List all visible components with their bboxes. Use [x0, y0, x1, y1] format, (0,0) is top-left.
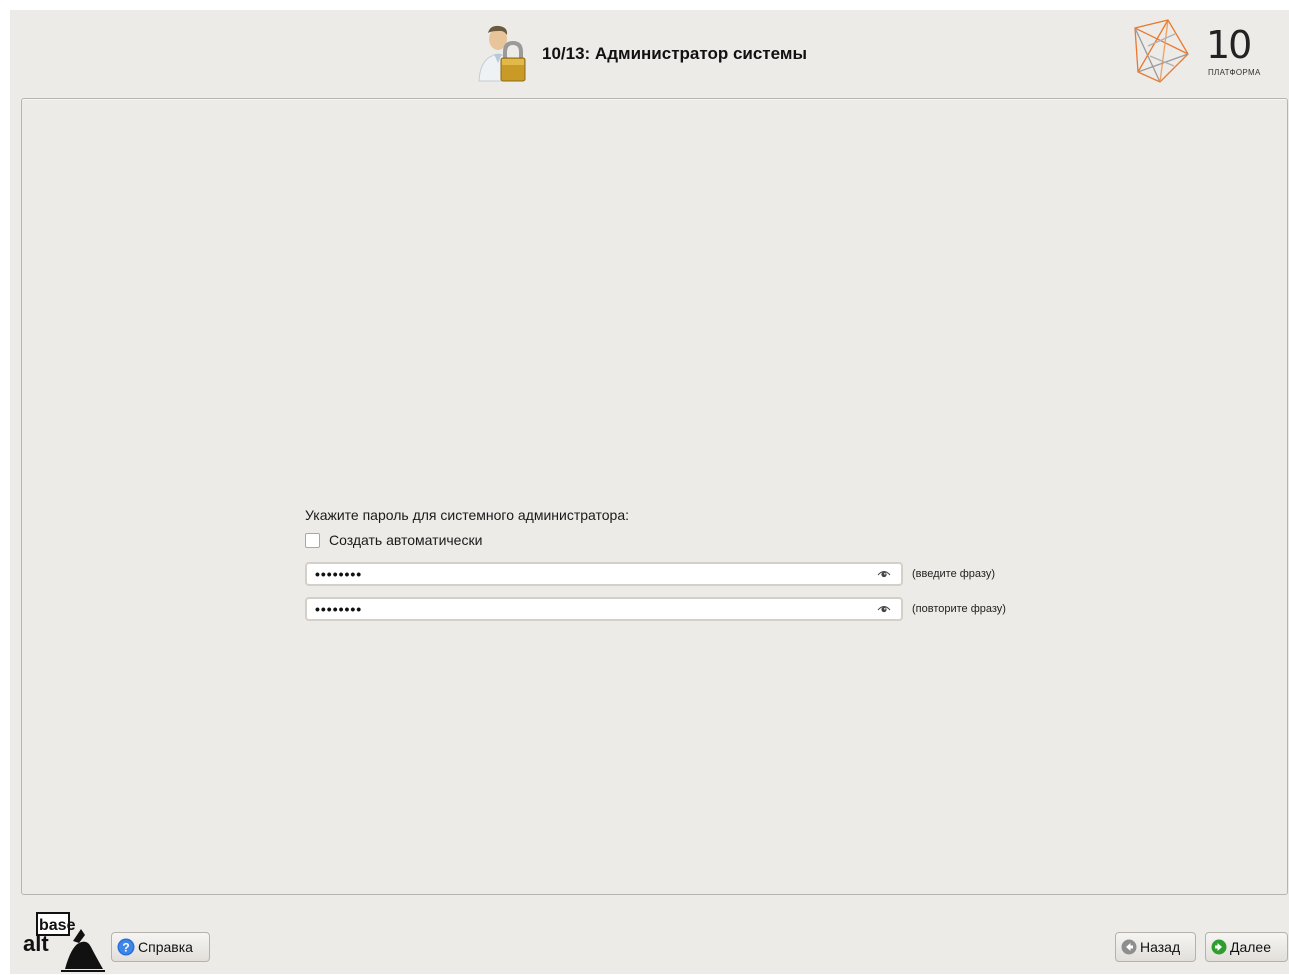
password-form: Укажите пароль для системного администра…	[305, 505, 1006, 622]
brand-line2: alt	[23, 931, 49, 956]
help-button[interactable]: ? Справка	[111, 932, 210, 962]
password-value: ••••••••	[315, 566, 363, 582]
svg-text:?: ?	[122, 941, 129, 955]
page-title: 10/13: Администратор системы	[542, 44, 807, 63]
auto-generate-checkbox[interactable]	[305, 532, 320, 548]
password-row: •••••••• (введите фразу)	[305, 561, 1006, 587]
next-label: Далее	[1230, 939, 1272, 955]
password-prompt: Укажите пароль для системного администра…	[305, 507, 630, 523]
next-arrow-icon	[1211, 939, 1227, 955]
admin-lock-icon	[478, 25, 526, 82]
confirm-value: ••••••••	[315, 601, 363, 617]
confirm-password-field[interactable]: ••••••••	[305, 597, 903, 621]
logo-number: 10	[1206, 23, 1252, 67]
confirm-hint: (повторите фразу)	[912, 603, 1006, 615]
help-label: Справка	[138, 939, 193, 955]
next-button[interactable]: Далее	[1205, 932, 1288, 962]
back-label: Назад	[1140, 939, 1181, 955]
back-button[interactable]: Назад	[1115, 932, 1196, 962]
auto-generate-row[interactable]: Создать автоматически	[305, 528, 1006, 552]
eye-icon[interactable]	[877, 604, 891, 614]
password-field[interactable]: ••••••••	[305, 562, 903, 586]
back-arrow-icon	[1121, 939, 1137, 955]
basealt-logo: base alt	[23, 912, 105, 972]
header: 10/13: Администратор системы 10 ПЛАТФОРМ…	[10, 10, 1289, 96]
logo-text: ПЛАТФОРМА	[1208, 68, 1261, 77]
footer: base alt ? Справка Назад Далее	[10, 896, 1289, 974]
confirm-row: •••••••• (повторите фразу)	[305, 596, 1006, 622]
installer-window: 10/13: Администратор системы 10 ПЛАТФОРМ…	[10, 10, 1289, 974]
help-icon: ?	[117, 938, 135, 956]
content-panel: Укажите пароль для системного администра…	[21, 98, 1288, 895]
step-title-group: 10/13: Администратор системы	[476, 23, 807, 85]
auto-generate-label[interactable]: Создать автоматически	[329, 532, 482, 548]
password-hint: (введите фразу)	[912, 568, 995, 580]
eye-icon[interactable]	[877, 569, 891, 579]
